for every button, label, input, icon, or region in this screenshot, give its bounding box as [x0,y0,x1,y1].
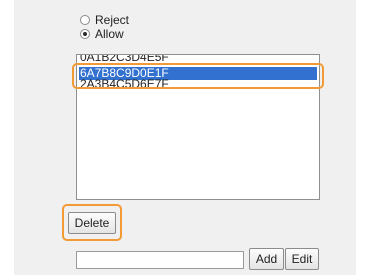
allow-option[interactable]: Allow [80,27,124,41]
allow-radio[interactable] [80,29,90,39]
selected-item-highlight [72,63,324,89]
delete-button-highlight [62,204,122,241]
reject-radio[interactable] [80,15,90,25]
add-button[interactable]: Add [249,248,284,270]
edit-button[interactable]: Edit [285,248,319,270]
allow-label: Allow [95,27,124,41]
reject-label: Reject [95,13,130,27]
mac-filter-panel: Reject Allow 0A1B2C3D4E5F 6A7B8C9D0E1F 2… [14,0,356,275]
reject-option[interactable]: Reject [80,13,129,27]
address-input[interactable] [76,251,244,269]
